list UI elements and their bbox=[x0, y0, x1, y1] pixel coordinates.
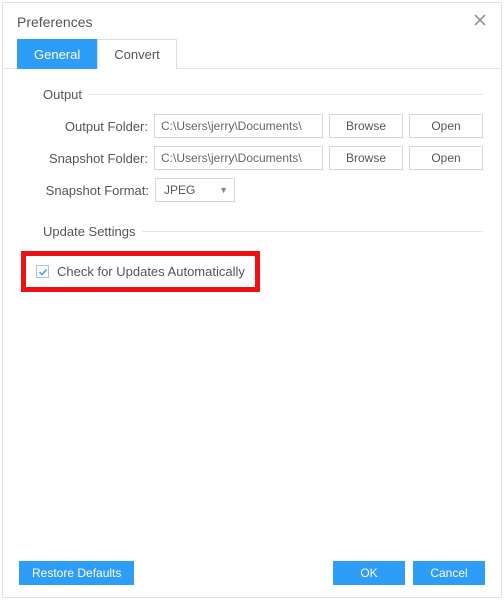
output-folder-row: Output Folder: Browse Open bbox=[21, 114, 483, 138]
snapshot-folder-input[interactable] bbox=[154, 146, 323, 170]
snapshot-format-row: Snapshot Format: JPEG ▼ bbox=[21, 178, 483, 202]
output-folder-label: Output Folder: bbox=[21, 119, 148, 134]
snapshot-folder-label: Snapshot Folder: bbox=[21, 151, 148, 166]
snapshot-format-label: Snapshot Format: bbox=[21, 183, 149, 198]
restore-defaults-button[interactable]: Restore Defaults bbox=[19, 561, 134, 585]
ok-button[interactable]: OK bbox=[333, 561, 405, 585]
preferences-dialog: Preferences General Convert Output Outpu… bbox=[2, 2, 502, 598]
titlebar: Preferences bbox=[3, 3, 501, 39]
footer: Restore Defaults OK Cancel bbox=[3, 549, 501, 597]
output-folder-open-button[interactable]: Open bbox=[409, 114, 483, 138]
divider bbox=[142, 231, 483, 232]
snapshot-format-value: JPEG bbox=[164, 183, 195, 197]
snapshot-folder-browse-button[interactable]: Browse bbox=[329, 146, 403, 170]
snapshot-format-select[interactable]: JPEG ▼ bbox=[155, 178, 235, 202]
close-icon[interactable] bbox=[473, 13, 487, 31]
content-area: Output Output Folder: Browse Open Snapsh… bbox=[3, 69, 501, 549]
output-section-header: Output bbox=[21, 87, 483, 102]
dialog-title: Preferences bbox=[17, 14, 92, 30]
highlighted-region: Check for Updates Automatically bbox=[21, 251, 260, 292]
chevron-down-icon: ▼ bbox=[219, 185, 228, 195]
tab-general[interactable]: General bbox=[17, 39, 97, 69]
update-section: Update Settings Check for Updates Automa… bbox=[21, 224, 483, 292]
cancel-button[interactable]: Cancel bbox=[413, 561, 485, 585]
output-folder-input[interactable] bbox=[154, 114, 323, 138]
auto-update-label: Check for Updates Automatically bbox=[57, 264, 245, 279]
snapshot-folder-open-button[interactable]: Open bbox=[409, 146, 483, 170]
tab-bar: General Convert bbox=[3, 39, 501, 69]
output-folder-browse-button[interactable]: Browse bbox=[329, 114, 403, 138]
divider bbox=[88, 94, 483, 95]
output-section-label: Output bbox=[21, 87, 88, 102]
tab-convert[interactable]: Convert bbox=[97, 39, 177, 69]
auto-update-checkbox[interactable] bbox=[36, 265, 49, 278]
update-section-header: Update Settings bbox=[21, 224, 483, 239]
update-section-label: Update Settings bbox=[21, 224, 142, 239]
snapshot-folder-row: Snapshot Folder: Browse Open bbox=[21, 146, 483, 170]
